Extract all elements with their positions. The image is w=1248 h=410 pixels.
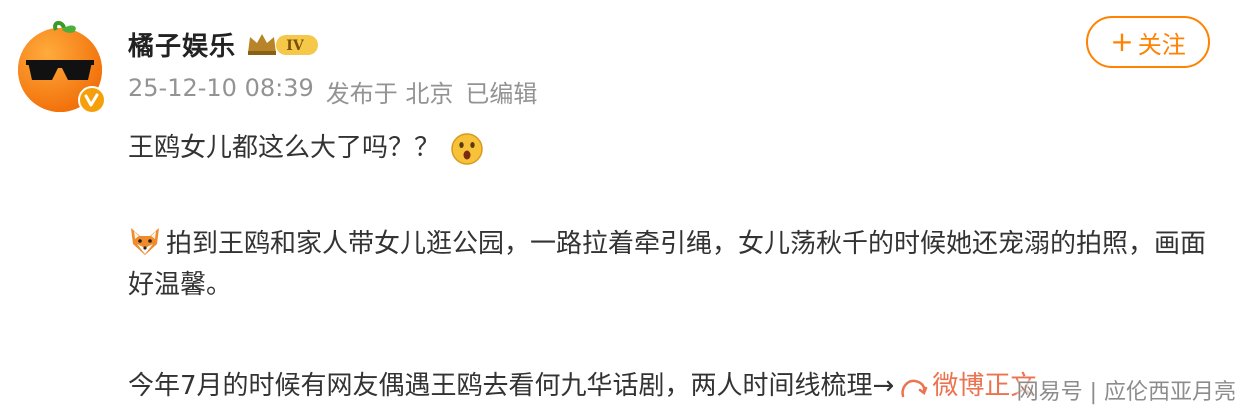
level-badge-icon[interactable]: IV bbox=[246, 29, 322, 59]
fox-emoji-icon bbox=[128, 224, 162, 258]
post-meta: 25-12-10 08:39 发布于 北京 已编辑 bbox=[128, 74, 537, 109]
plus-icon: + bbox=[1110, 25, 1134, 58]
post-line-1: 王鸥女儿都这么大了吗？？ bbox=[128, 128, 484, 169]
author-name[interactable]: 橘子娱乐 bbox=[128, 26, 236, 63]
timestamp[interactable]: 25-12-10 08:39 bbox=[128, 74, 314, 109]
post-paragraph-2-text: 拍到王鸥和家人带女儿逛公园，一路拉着牵引绳，女儿荡秋千的时候她还宠溺的拍照，画面… bbox=[128, 229, 1207, 300]
verified-v-icon bbox=[78, 86, 106, 114]
post-paragraph-3-text: 今年7月的时候有网友偶遇王鸥去看何九华话剧，两人时间线梳理→ bbox=[128, 371, 895, 401]
publish-location: 发布于 北京 bbox=[325, 80, 454, 108]
author-row: 橘子娱乐 IV bbox=[128, 24, 322, 64]
level-badge-text: IV bbox=[286, 38, 305, 54]
surprised-face-emoji-icon bbox=[450, 132, 484, 166]
post-paragraph-2: 拍到王鸥和家人带女儿逛公园，一路拉着牵引绳，女儿荡秋千的时候她还宠溺的拍照，画面… bbox=[128, 224, 1218, 306]
post-line-1-text: 王鸥女儿都这么大了吗？？ bbox=[128, 133, 441, 163]
watermark: 网易号 | 应伦西亚月亮 bbox=[1016, 380, 1236, 405]
follow-button[interactable]: + 关注 bbox=[1086, 16, 1210, 68]
edited-label[interactable]: 已编辑 bbox=[465, 74, 537, 109]
follow-label: 关注 bbox=[1137, 30, 1186, 59]
link-icon[interactable] bbox=[898, 372, 928, 402]
post-paragraph-3: 今年7月的时候有网友偶遇王鸥去看何九华话剧，两人时间线梳理→ 微博正文 bbox=[128, 366, 1036, 407]
